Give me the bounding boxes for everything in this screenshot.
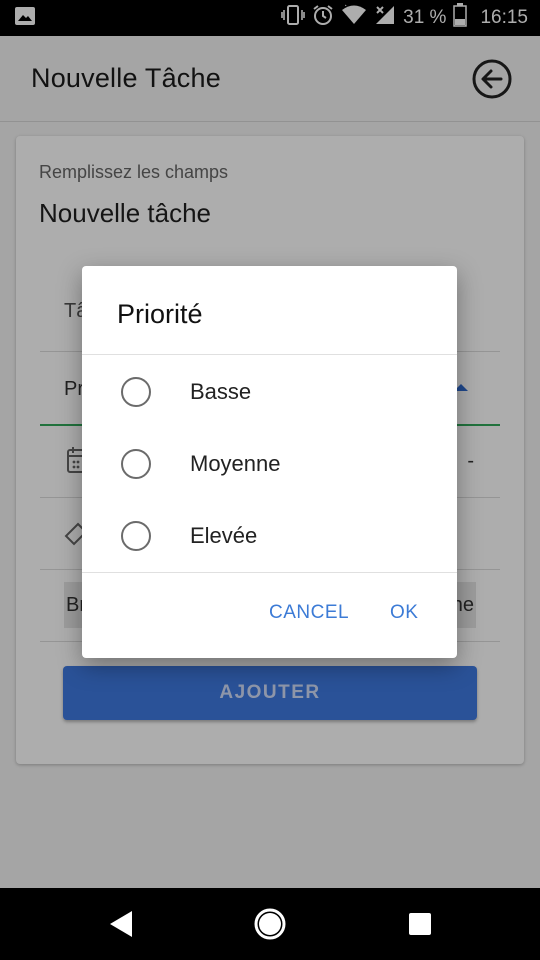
option-label: Basse [190, 379, 252, 404]
nav-back-button[interactable] [102, 906, 138, 942]
system-nav-bar [0, 888, 540, 960]
ok-button[interactable]: OK [390, 602, 418, 624]
priority-option-elevee[interactable]: Elevée [82, 504, 457, 568]
radio-button[interactable] [121, 377, 151, 407]
divider [82, 572, 457, 573]
divider [82, 354, 457, 355]
option-label: Elevée [190, 523, 258, 548]
radio-button[interactable] [121, 449, 151, 479]
nav-recents-button[interactable] [402, 906, 438, 942]
cancel-button[interactable]: CANCEL [269, 602, 349, 624]
home-circle-icon [254, 908, 286, 940]
priority-dialog: Priorité Basse Moyenne Elevée CANCEL OK [82, 266, 457, 658]
nav-home-button[interactable] [252, 906, 288, 942]
priority-option-basse[interactable]: Basse [82, 360, 457, 424]
dialog-title: Priorité [117, 299, 203, 329]
back-triangle-icon [110, 911, 132, 937]
recents-square-icon [409, 913, 431, 935]
option-label: Moyenne [190, 451, 281, 476]
radio-button[interactable] [121, 521, 151, 551]
priority-option-moyenne[interactable]: Moyenne [82, 432, 457, 496]
